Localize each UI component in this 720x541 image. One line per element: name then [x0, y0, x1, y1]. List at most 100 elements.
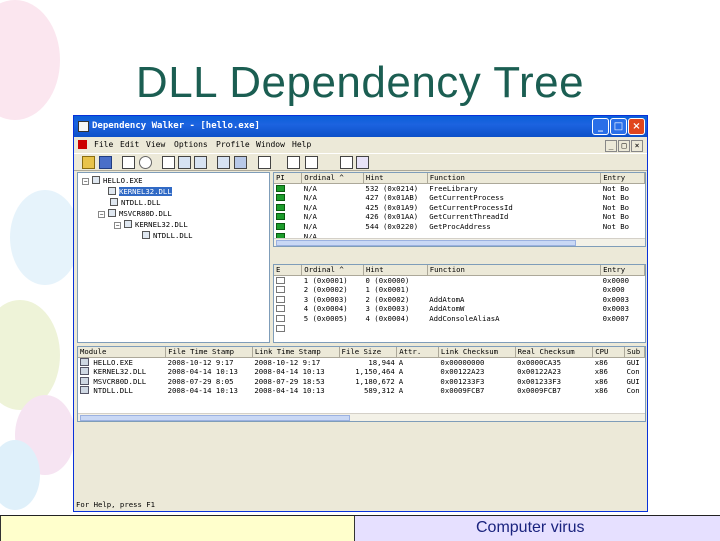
- column-header[interactable]: Function: [427, 173, 602, 184]
- column-header[interactable]: Entry: [600, 265, 645, 276]
- column-header[interactable]: Attr.: [396, 347, 439, 358]
- view-module-icon[interactable]: [217, 156, 230, 169]
- scrollbar-thumb[interactable]: [80, 415, 350, 421]
- scrollbar-thumb[interactable]: [276, 240, 576, 246]
- table-cell: N/A: [303, 193, 317, 203]
- footer-left-band: [0, 516, 355, 541]
- collapse-expander[interactable]: −: [98, 211, 105, 218]
- column-header[interactable]: E: [274, 265, 303, 276]
- table-row[interactable]: KERNEL32.DLL 2008-04-14 10:13 2008-04-14 1…: [78, 367, 645, 377]
- menu-profile[interactable]: Profile: [216, 137, 250, 153]
- column-header[interactable]: PI: [274, 173, 303, 184]
- table-row[interactable]: MSVCR80D.DLL 2008-07-29 8:05 2008-07-29 18…: [78, 376, 645, 386]
- undecorate-icon[interactable]: [178, 156, 191, 169]
- column-header[interactable]: Real Checksum: [515, 347, 594, 358]
- open-icon[interactable]: [82, 156, 95, 169]
- menu-file[interactable]: File: [94, 137, 113, 153]
- table-row[interactable]: N/A 426 (0x01AA) GetCurrentThreadId Not Bo: [274, 212, 645, 222]
- column-header[interactable]: Function: [427, 265, 602, 276]
- save-icon[interactable]: [99, 156, 112, 169]
- table-row[interactable]: [274, 323, 645, 333]
- menubar: File Edit View Options Profile Window He…: [74, 137, 647, 153]
- mdi-restore-button[interactable]: □: [618, 140, 630, 152]
- table-row[interactable]: 3 (0x0003) 2 (0x0002) AddAtomA 0x0003: [274, 294, 645, 304]
- window-title: Dependency Walker - [hello.exe]: [92, 121, 260, 131]
- horizontal-scrollbar[interactable]: [78, 413, 645, 421]
- export-function-icon: [276, 295, 285, 303]
- expand-all-icon[interactable]: [258, 156, 271, 169]
- table-cell: N/A: [303, 183, 317, 193]
- module-icon: [92, 176, 100, 184]
- table-cell: Not Bo: [602, 222, 630, 232]
- module-name: HELLO.EXE: [93, 357, 133, 367]
- properties-icon[interactable]: [340, 156, 353, 169]
- menu-options[interactable]: Options: [174, 137, 208, 153]
- horizontal-scrollbar[interactable]: [274, 238, 645, 246]
- table-row[interactable]: HELLO.EXE 2008-10-12 9:17 2008-10-12 9:17 1…: [78, 357, 645, 367]
- table-row[interactable]: N/A 427 (0x01AB) GetCurrentProcess Not Bo: [274, 193, 645, 203]
- exports-pane[interactable]: E Ordinal ^ Hint Function Entry 1 (0x000…: [273, 264, 646, 343]
- menu-window[interactable]: Window: [256, 137, 285, 153]
- table-cell: A: [398, 386, 404, 396]
- refresh-icon[interactable]: [234, 156, 247, 169]
- tree-node[interactable]: NTDLL.DLL: [142, 230, 193, 241]
- table-row[interactable]: 2 (0x0002) 1 (0x0001) 0x000: [274, 285, 645, 295]
- table-cell: x86: [594, 386, 608, 396]
- column-header[interactable]: Hint: [363, 265, 428, 276]
- tree-node[interactable]: − HELLO.EXE: [82, 175, 143, 186]
- system-info-icon[interactable]: [305, 156, 318, 169]
- column-header[interactable]: CPU: [592, 347, 625, 358]
- table-row[interactable]: NTDLL.DLL 2008-04-14 10:13 2008-04-14 10:1…: [78, 386, 645, 396]
- tree-node[interactable]: KERNEL32.DLL: [98, 186, 172, 197]
- table-row[interactable]: N/A 425 (0x01A9) GetCurrentProcessId Not Bo: [274, 202, 645, 212]
- table-cell: 0 (0x0000): [365, 275, 410, 285]
- collapse-all-icon[interactable]: [287, 156, 300, 169]
- collapse-expander[interactable]: −: [114, 222, 121, 229]
- column-header[interactable]: Ordinal ^: [301, 173, 364, 184]
- menu-view[interactable]: View: [146, 137, 165, 153]
- table-cell: 1 (0x0001): [303, 275, 348, 285]
- minimize-button[interactable]: _: [592, 118, 609, 135]
- column-header[interactable]: Module: [78, 347, 167, 358]
- column-header[interactable]: File Size: [339, 347, 398, 358]
- menu-help[interactable]: Help: [292, 137, 311, 153]
- help-icon[interactable]: [356, 156, 369, 169]
- column-header[interactable]: Entry: [600, 173, 645, 184]
- imports-pane[interactable]: PI Ordinal ^ Hint Function Entry N/A 532 …: [273, 172, 646, 247]
- close-button[interactable]: ×: [628, 118, 645, 135]
- table-cell: 0x000: [602, 285, 625, 295]
- maximize-button[interactable]: □: [610, 118, 627, 135]
- full-paths-icon[interactable]: [162, 156, 175, 169]
- window-titlebar[interactable]: Dependency Walker - [hello.exe] _ □ ×: [74, 116, 647, 137]
- column-header[interactable]: Ordinal ^: [301, 265, 365, 276]
- module-list-pane[interactable]: Module File Time Stamp Link Time Stamp F…: [77, 346, 646, 422]
- column-header[interactable]: Hint: [363, 173, 428, 184]
- find-icon[interactable]: [139, 156, 152, 169]
- imports-table: PI Ordinal ^ Hint Function Entry N/A 532 …: [274, 173, 645, 241]
- table-row[interactable]: 5 (0x0005) 4 (0x0004) AddConsoleAliasA 0x00…: [274, 314, 645, 324]
- mdi-close-button[interactable]: ×: [631, 140, 643, 152]
- mdi-minimize-button[interactable]: _: [605, 140, 617, 152]
- column-header[interactable]: Sub: [624, 347, 645, 358]
- column-header[interactable]: File Time Stamp: [165, 347, 253, 358]
- table-cell: 0x0003: [602, 304, 630, 314]
- configure-icon[interactable]: [194, 156, 207, 169]
- column-header[interactable]: Link Time Stamp: [252, 347, 340, 358]
- collapse-expander[interactable]: −: [82, 178, 89, 185]
- menu-edit[interactable]: Edit: [120, 137, 139, 153]
- module-list-table: Module File Time Stamp Link Time Stamp F…: [78, 347, 645, 396]
- table-row[interactable]: N/A 544 (0x0220) GetProcAddress Not Bo: [274, 222, 645, 232]
- module-tree-pane[interactable]: − HELLO.EXE KERNEL32.DLL NTDLL.DLL − MSVCR…: [77, 172, 270, 343]
- tree-node[interactable]: − KERNEL32.DLL: [114, 219, 188, 230]
- tree-node[interactable]: NTDLL.DLL: [110, 197, 161, 208]
- document-icon[interactable]: [78, 140, 87, 149]
- dependency-walker-window: Dependency Walker - [hello.exe] _ □ × Fi…: [73, 115, 648, 512]
- tree-node[interactable]: − MSVCR80D.DLL: [98, 208, 172, 219]
- table-row[interactable]: N/A 532 (0x0214) FreeLibrary Not Bo: [274, 183, 645, 193]
- table-cell: Not Bo: [602, 212, 630, 222]
- table-row[interactable]: 1 (0x0001) 0 (0x0000) 0x0000: [274, 275, 645, 285]
- table-cell: 0x001233F3: [517, 376, 562, 386]
- copy-icon[interactable]: [122, 156, 135, 169]
- column-header[interactable]: Link Checksum: [438, 347, 516, 358]
- table-row[interactable]: 4 (0x0004) 3 (0x0003) AddAtomW 0x0003: [274, 304, 645, 314]
